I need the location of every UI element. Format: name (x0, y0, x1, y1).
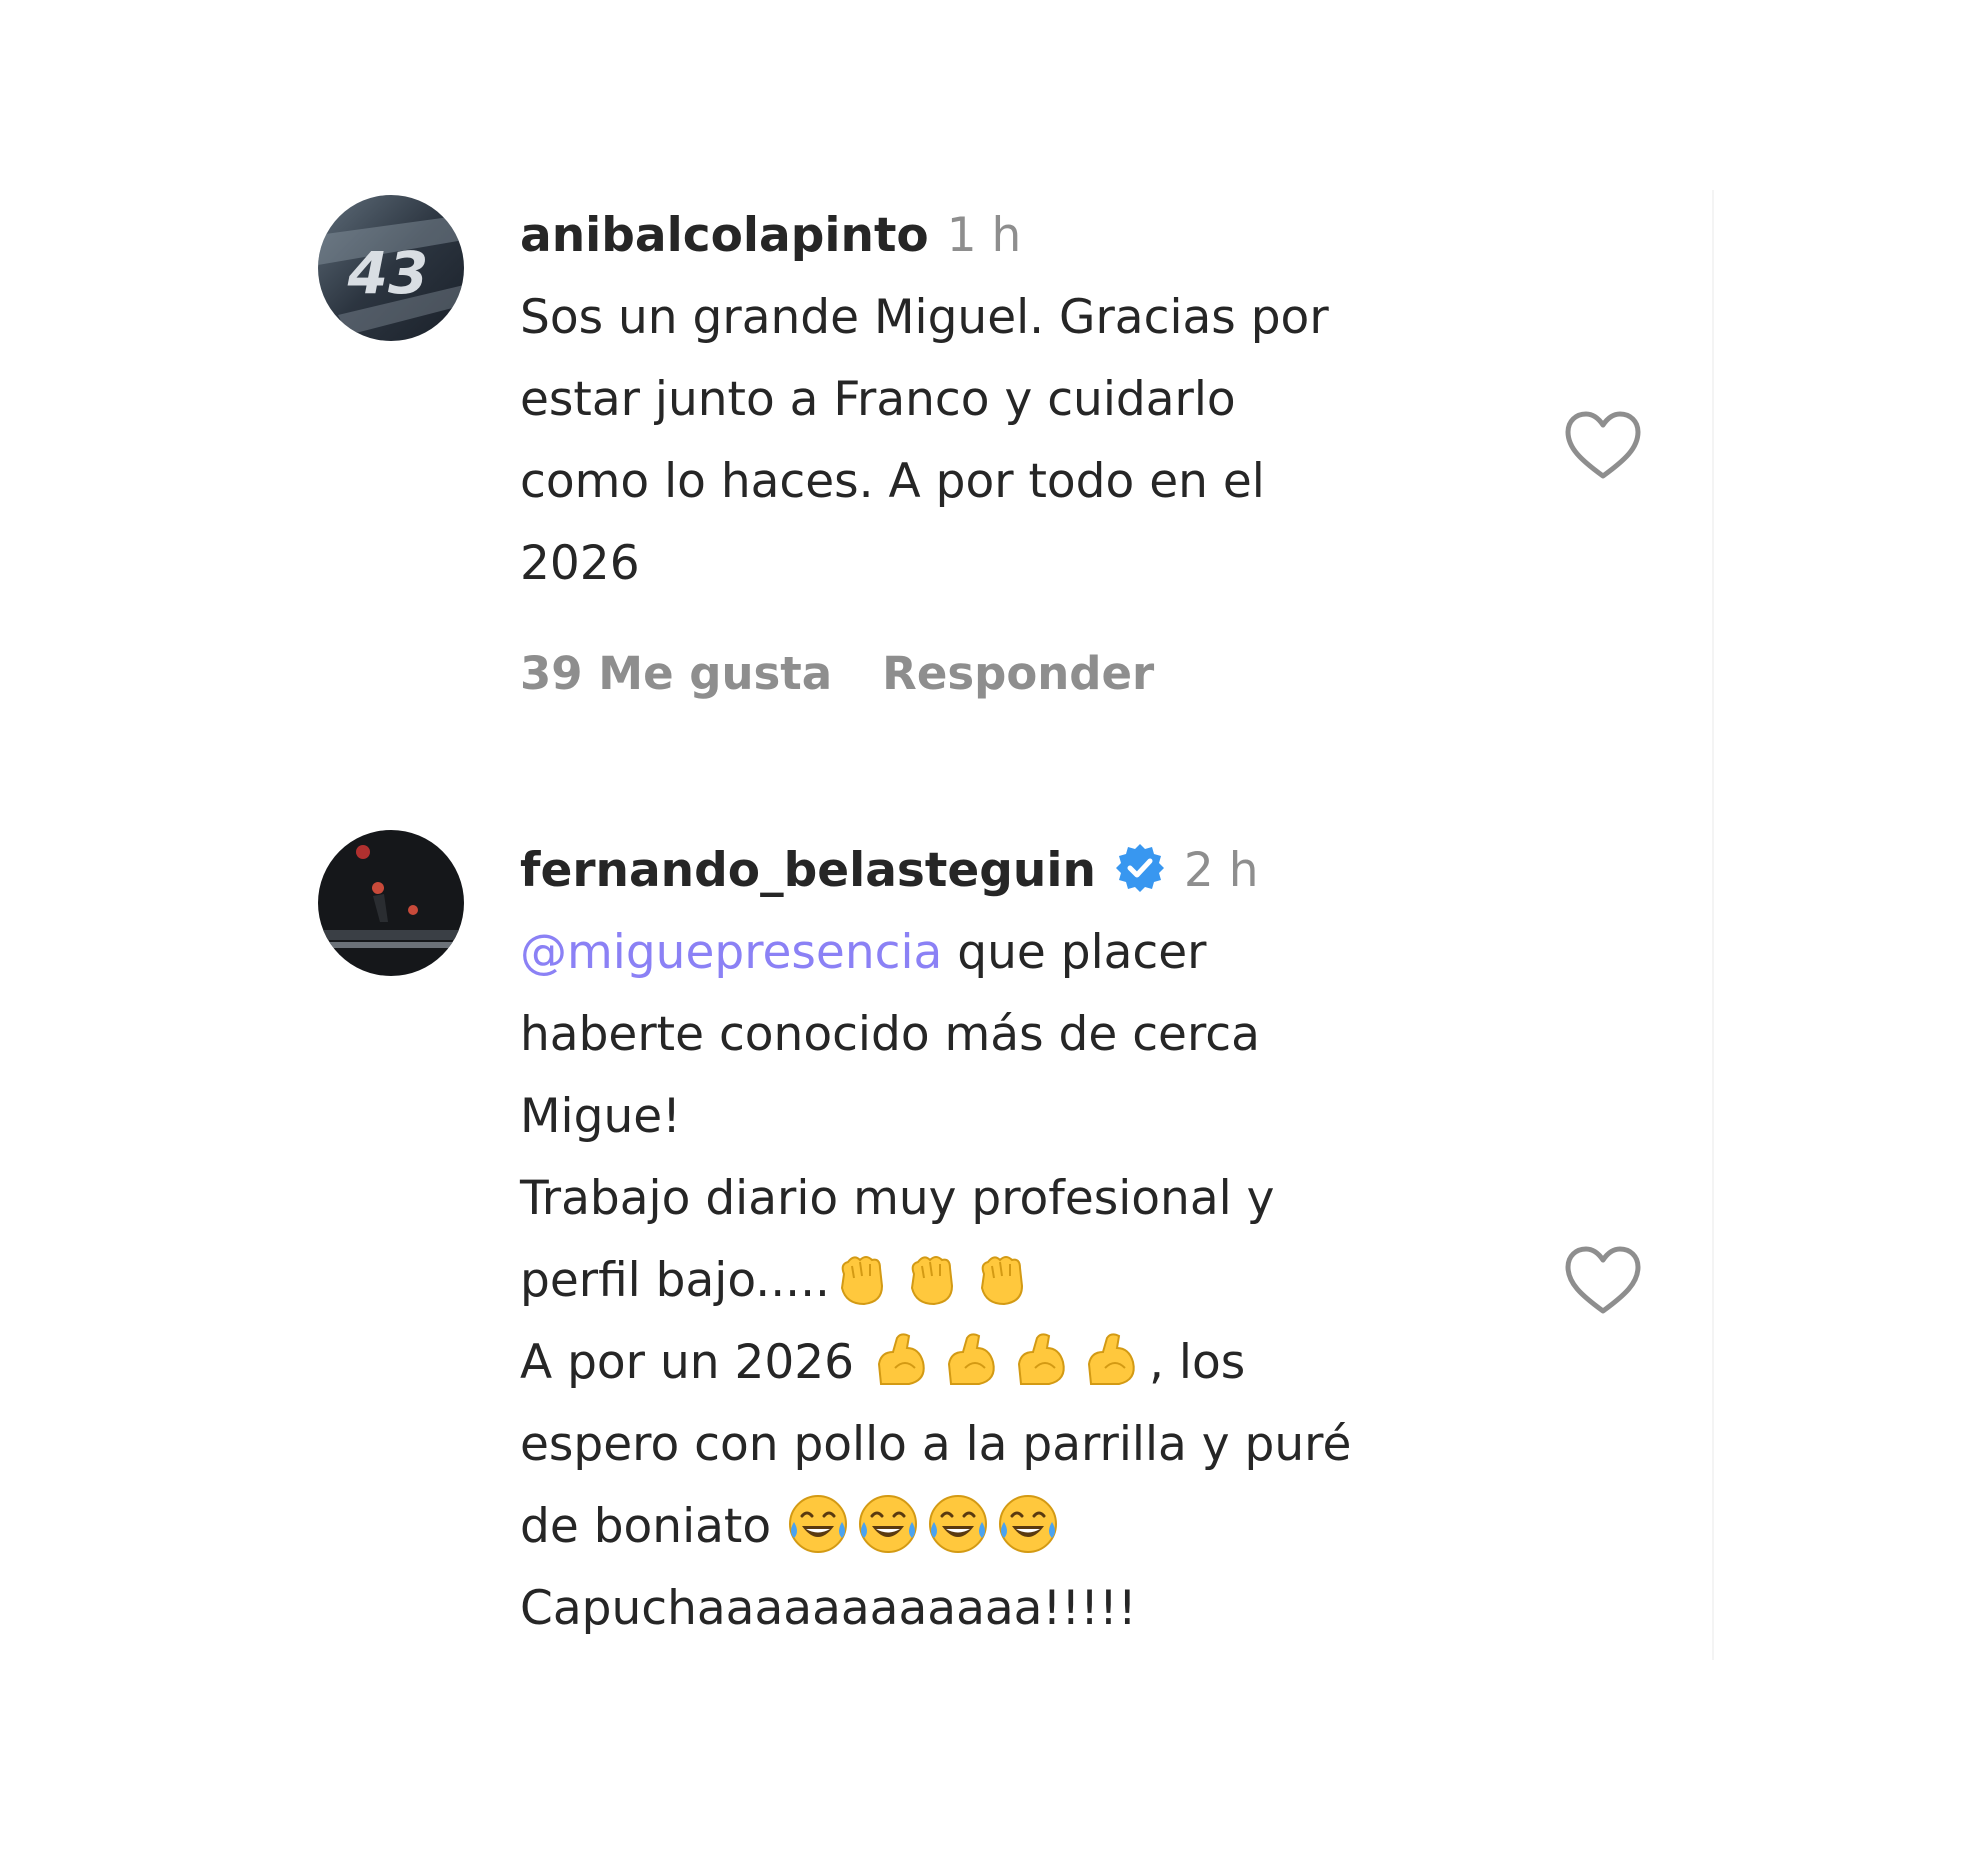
flexed-biceps-emoji (1009, 1328, 1073, 1392)
clapping-hands-emoji (970, 1246, 1034, 1310)
heart-outline-icon[interactable] (1563, 410, 1643, 482)
mention-link[interactable]: @miguepresencia (520, 925, 942, 980)
comment-line: Trabajo diario muy profesional y (520, 1171, 1275, 1226)
username[interactable]: fernando_belasteguin (520, 843, 1096, 898)
comment-text: @miguepresencia que placer haberte conoc… (520, 912, 1570, 1650)
comment-line: Capuchaaaaaaaaaaaa!!!!! (520, 1581, 1137, 1636)
reply-button[interactable]: Responder (882, 647, 1154, 700)
avatar[interactable]: 43 (318, 195, 464, 341)
timestamp[interactable]: 1 h (947, 208, 1022, 263)
comment-line: espero con pollo a la parrilla y puré (520, 1417, 1352, 1472)
tears-of-joy-emoji (856, 1492, 920, 1556)
comment-line: haberte conocido más de cerca (520, 1007, 1260, 1062)
panel-edge (1712, 190, 1714, 1660)
flexed-biceps-emoji (939, 1328, 1003, 1392)
clapping-hands-emoji (900, 1246, 964, 1310)
flexed-biceps-emoji (869, 1328, 933, 1392)
heart-outline-icon[interactable] (1563, 1245, 1643, 1317)
tears-of-joy-emoji (996, 1492, 1060, 1556)
like-count[interactable]: 39 Me gusta (520, 647, 832, 700)
comment-line: perfil bajo..... (520, 1240, 1570, 1322)
username[interactable]: anibalcolapinto (520, 208, 929, 263)
comment-line: de boniato (520, 1486, 1570, 1568)
comment-line: @miguepresencia que placer (520, 925, 1207, 980)
avatar[interactable] (318, 830, 464, 976)
comment-line: A por un 2026 , los (520, 1322, 1570, 1404)
tears-of-joy-emoji (926, 1492, 990, 1556)
comment-text: Sos un grande Miguel. Gracias por estar … (520, 290, 1329, 591)
tears-of-joy-emoji (786, 1492, 850, 1556)
flexed-biceps-emoji (1079, 1328, 1143, 1392)
timestamp[interactable]: 2 h (1184, 843, 1259, 898)
svg-text:43: 43 (347, 239, 429, 307)
comment-line: Migue! (520, 1089, 681, 1144)
clapping-hands-emoji (830, 1246, 894, 1310)
verified-badge-icon (1114, 838, 1166, 892)
